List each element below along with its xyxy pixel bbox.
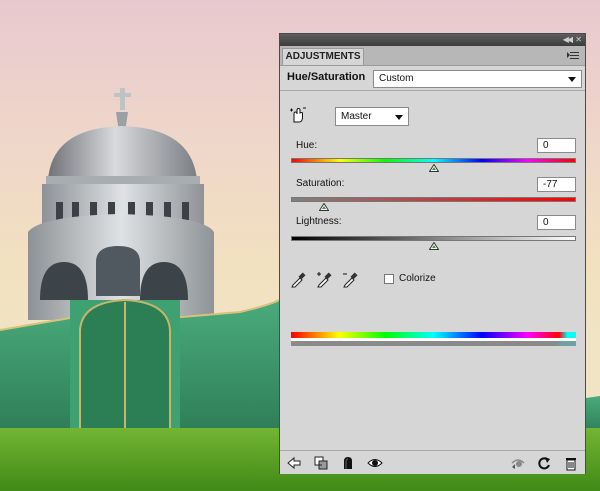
colorize-label: Colorize — [399, 273, 436, 284]
tab-adjustments[interactable]: ADJUSTMENTS — [282, 48, 364, 65]
channel-dropdown[interactable]: Master — [335, 107, 409, 126]
saturation-slider-track[interactable] — [291, 197, 576, 202]
eyedropper-plus-icon[interactable] — [316, 270, 332, 288]
eyedropper-icon[interactable] — [290, 270, 306, 288]
close-icon[interactable]: ✕ — [575, 35, 582, 45]
return-to-list-icon[interactable] — [286, 455, 302, 471]
panel-menu-icon[interactable] — [567, 50, 579, 60]
colorize-checkbox[interactable] — [384, 274, 394, 284]
hue-label: Hue: — [296, 140, 318, 151]
hue-value-field[interactable]: 0 — [537, 138, 576, 153]
mask-icon[interactable] — [340, 455, 356, 471]
visibility-eye-icon[interactable] — [367, 455, 383, 471]
adjustment-title: Hue/Saturation — [287, 71, 366, 83]
panel-titlebar[interactable]: ◀◀ ✕ — [280, 34, 585, 46]
chevron-down-icon — [395, 114, 403, 120]
double-left-arrow-icon[interactable]: ◀◀ — [563, 35, 573, 45]
saturation-value-field[interactable]: -77 — [537, 177, 576, 192]
view-previous-icon[interactable] — [510, 455, 526, 471]
channel-dropdown-value: Master — [341, 111, 372, 122]
trash-icon[interactable] — [563, 455, 579, 471]
eyedropper-minus-icon[interactable] — [342, 270, 358, 288]
adjustments-panel: ◀◀ ✕ ADJUSTMENTS Hue/Saturation Custom M… — [279, 33, 586, 474]
hue-slider-track[interactable] — [291, 158, 576, 163]
preset-dropdown[interactable]: Custom — [373, 70, 582, 88]
preset-dropdown-value: Custom — [379, 73, 414, 84]
panel-bottom-toolbar — [280, 450, 585, 474]
output-color-bar — [291, 341, 576, 346]
hand-adjust-icon[interactable] — [289, 106, 307, 124]
lightness-label: Lightness: — [296, 216, 342, 227]
lightness-value-field[interactable]: 0 — [537, 215, 576, 230]
clip-to-layer-icon[interactable] — [313, 455, 329, 471]
lightness-slider-track[interactable] — [291, 236, 576, 241]
reset-icon[interactable] — [536, 455, 552, 471]
chevron-down-icon — [568, 77, 576, 82]
panel-tabstrip: ADJUSTMENTS — [280, 46, 585, 66]
saturation-label: Saturation: — [296, 178, 345, 189]
